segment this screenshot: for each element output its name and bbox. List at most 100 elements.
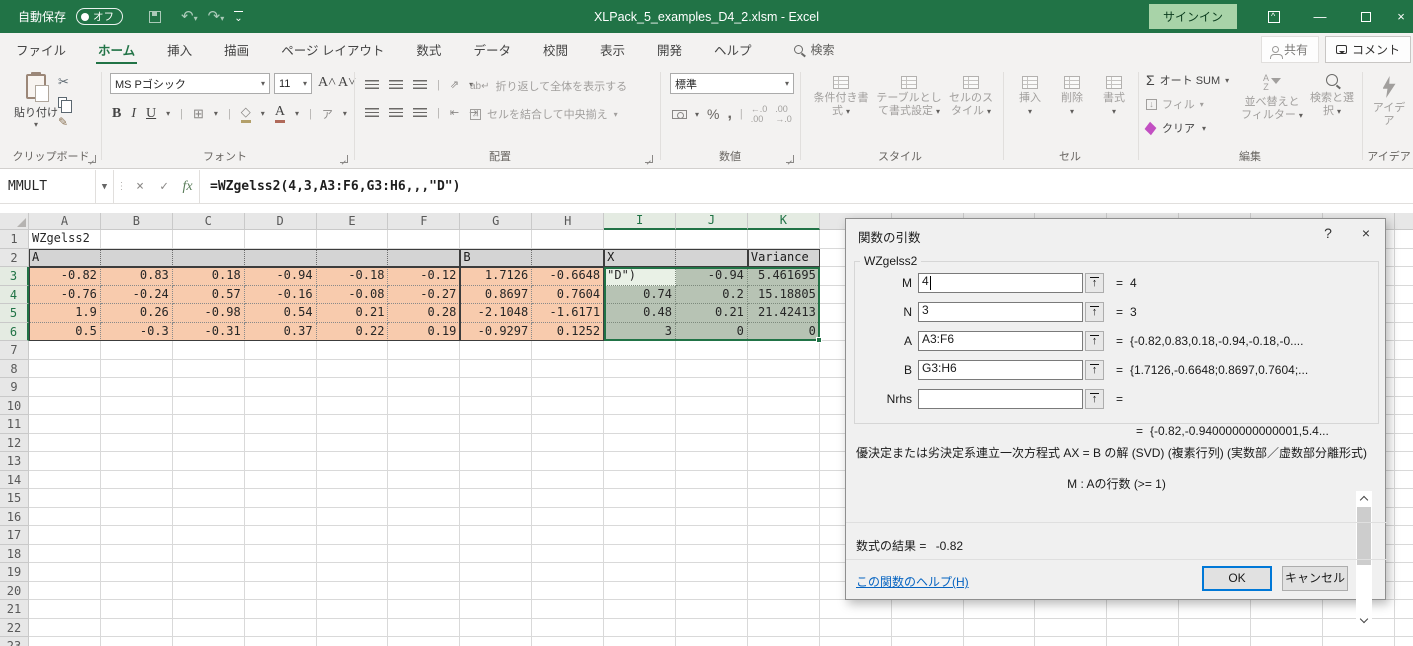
cell-D8[interactable]	[245, 360, 317, 379]
cell-D23[interactable]	[245, 637, 317, 646]
search-box[interactable]: 検索	[794, 41, 835, 58]
param-input-b[interactable]: G3:H6	[918, 360, 1083, 380]
cell-blank[interactable]	[1395, 249, 1413, 268]
cell-H1[interactable]	[532, 230, 604, 249]
cell-J21[interactable]	[676, 600, 748, 619]
cell-A3[interactable]: -0.82	[29, 267, 101, 286]
cell-blank[interactable]	[1323, 637, 1395, 646]
cell-B20[interactable]	[101, 582, 173, 601]
increase-decimal-icon[interactable]: ←.0.00	[751, 104, 768, 124]
row-header-7[interactable]: 7	[0, 341, 29, 360]
cell-B22[interactable]	[101, 619, 173, 638]
row-header-4[interactable]: 4	[0, 286, 29, 305]
cell-blank[interactable]	[1395, 378, 1413, 397]
row-header-15[interactable]: 15	[0, 489, 29, 508]
cell-E14[interactable]	[317, 471, 389, 490]
cell-B12[interactable]	[101, 434, 173, 453]
row-header-19[interactable]: 19	[0, 563, 29, 582]
collapse-dialog-icon[interactable]: ↑	[1085, 302, 1104, 322]
scroll-up-icon[interactable]	[1356, 491, 1372, 505]
select-all-button[interactable]	[0, 213, 29, 230]
cell-E17[interactable]	[317, 526, 389, 545]
align-middle-icon[interactable]	[389, 80, 403, 89]
cell-blank[interactable]	[1251, 619, 1323, 638]
cell-blank[interactable]	[1395, 304, 1413, 323]
cell-E4[interactable]: -0.08	[317, 286, 389, 305]
cell-blank[interactable]	[1395, 415, 1413, 434]
cell-H11[interactable]	[532, 415, 604, 434]
collapse-dialog-icon[interactable]: ↑	[1085, 273, 1104, 293]
cell-E19[interactable]	[317, 563, 389, 582]
align-center-icon[interactable]	[389, 108, 403, 117]
increase-font-size-button[interactable]: A˄	[318, 75, 336, 91]
cell-G18[interactable]	[460, 545, 532, 564]
cell-blank[interactable]	[1395, 563, 1413, 582]
cell-H7[interactable]	[532, 341, 604, 360]
cell-H12[interactable]	[532, 434, 604, 453]
share-button[interactable]: 共有	[1261, 36, 1319, 63]
redo-icon[interactable]: ↷▾	[208, 9, 225, 24]
cell-G13[interactable]	[460, 452, 532, 471]
cell-K21[interactable]	[748, 600, 820, 619]
cancel-button[interactable]: キャンセル	[1282, 566, 1348, 591]
cell-B11[interactable]	[101, 415, 173, 434]
conditional-formatting-button[interactable]: 条件付き書式 ▾	[812, 76, 870, 118]
cell-G16[interactable]	[460, 508, 532, 527]
cell-B21[interactable]	[101, 600, 173, 619]
tab-review[interactable]: 校閲	[527, 33, 584, 66]
cell-styles-button[interactable]: セルのスタイル ▾	[946, 76, 996, 118]
column-header-I[interactable]: I	[604, 213, 676, 230]
underline-button[interactable]: U	[146, 106, 156, 122]
cell-C7[interactable]	[173, 341, 245, 360]
cell-B16[interactable]	[101, 508, 173, 527]
cell-H14[interactable]	[532, 471, 604, 490]
number-dialog-launcher-icon[interactable]	[786, 155, 794, 163]
customize-quick-access-icon[interactable]: ⌄	[234, 10, 242, 24]
autosave-toggle[interactable]: オフ	[76, 8, 123, 25]
cell-I2[interactable]: X	[604, 249, 676, 268]
cell-H9[interactable]	[532, 378, 604, 397]
cell-E21[interactable]	[317, 600, 389, 619]
cell-blank[interactable]	[1107, 600, 1179, 619]
param-input-a[interactable]: A3:F6	[918, 331, 1083, 351]
clear-button[interactable]: クリア ▾	[1146, 120, 1206, 136]
cell-E11[interactable]	[317, 415, 389, 434]
cell-K11[interactable]	[748, 415, 820, 434]
align-right-icon[interactable]	[413, 108, 427, 117]
format-as-table-button[interactable]: テーブルとして書式設定 ▾	[876, 76, 942, 118]
cell-F21[interactable]	[388, 600, 460, 619]
delete-cells-button[interactable]: 削除▾	[1054, 76, 1090, 118]
cell-H15[interactable]	[532, 489, 604, 508]
cell-B8[interactable]	[101, 360, 173, 379]
signin-button[interactable]: サインイン	[1149, 4, 1237, 29]
cell-blank[interactable]	[1179, 619, 1251, 638]
merge-center-button[interactable]: ↔ セルを結合して中央揃え ▾	[470, 106, 618, 122]
decrease-decimal-icon[interactable]: .00→.0	[775, 104, 792, 124]
cell-A10[interactable]	[29, 397, 101, 416]
scrollbar-thumb[interactable]	[1357, 507, 1371, 565]
cell-H5[interactable]: -1.6171	[532, 304, 604, 323]
cell-F19[interactable]	[388, 563, 460, 582]
cell-blank[interactable]	[1179, 637, 1251, 646]
cell-blank[interactable]	[820, 619, 892, 638]
cell-B7[interactable]	[101, 341, 173, 360]
ideas-button[interactable]: アイデア	[1372, 76, 1406, 128]
cell-J3[interactable]: -0.94	[676, 267, 748, 286]
cell-B6[interactable]: -0.3	[101, 323, 173, 342]
cell-K6[interactable]: 0	[748, 323, 820, 342]
undo-icon[interactable]: ↶▾	[181, 9, 198, 24]
row-header-16[interactable]: 16	[0, 508, 29, 527]
row-header-22[interactable]: 22	[0, 619, 29, 638]
sort-filter-button[interactable]: AZ 並べ替えとフィルター ▾	[1240, 74, 1304, 122]
cell-blank[interactable]	[820, 600, 892, 619]
cell-K3[interactable]: 5.461695	[748, 267, 820, 286]
cell-A14[interactable]	[29, 471, 101, 490]
fill-button[interactable]: ↓ フィル ▾	[1146, 96, 1204, 112]
italic-button[interactable]: I	[131, 106, 136, 122]
row-header-6[interactable]: 6	[0, 323, 29, 342]
cell-A12[interactable]	[29, 434, 101, 453]
comments-button[interactable]: コメント	[1325, 36, 1411, 63]
cell-H2[interactable]	[532, 249, 604, 268]
cell-E5[interactable]: 0.21	[317, 304, 389, 323]
cell-J6[interactable]: 0	[676, 323, 748, 342]
